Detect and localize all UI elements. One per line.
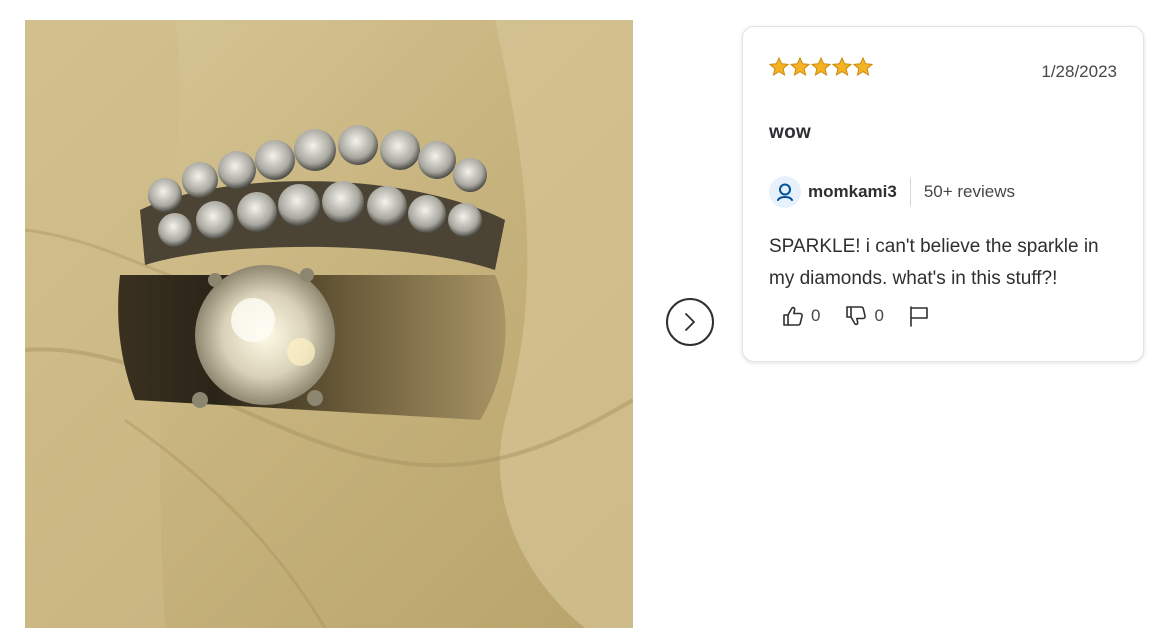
star-icon bbox=[790, 57, 810, 76]
helpful-button[interactable]: 0 bbox=[781, 305, 820, 327]
unhelpful-count: 0 bbox=[874, 306, 884, 325]
reviewer-info: momkami3 50+ reviews bbox=[769, 175, 1015, 209]
review-title: wow bbox=[769, 122, 812, 143]
reviewer-reviews-count: 50+ reviews bbox=[923, 182, 1016, 201]
star-icon bbox=[832, 57, 852, 76]
review-card: 1/28/2023 wow momkami3 50+ reviews SPARK… bbox=[742, 26, 1144, 362]
reviewer-name[interactable]: momkami3 bbox=[808, 182, 897, 202]
next-image-button[interactable] bbox=[666, 298, 714, 346]
star-icon bbox=[769, 57, 789, 76]
review-body: SPARKLE! i can't believe the sparkle in … bbox=[769, 236, 1099, 289]
review-photo[interactable] bbox=[25, 20, 633, 628]
star-rating bbox=[769, 57, 873, 76]
star-icon bbox=[811, 57, 831, 76]
user-icon bbox=[777, 183, 793, 201]
unhelpful-button[interactable]: 0 bbox=[844, 305, 884, 327]
thumbs-up-icon bbox=[783, 306, 803, 326]
chevron-right-icon bbox=[685, 313, 695, 331]
star-icon bbox=[853, 57, 873, 76]
thumbs-down-icon bbox=[846, 306, 867, 326]
divider bbox=[909, 178, 911, 206]
report-button[interactable] bbox=[908, 305, 930, 327]
review-actions: 0 0 bbox=[781, 305, 930, 327]
review-date: 1/28/2023 bbox=[1041, 62, 1117, 81]
ring-photo-image bbox=[25, 20, 633, 628]
helpful-count: 0 bbox=[811, 306, 821, 325]
avatar bbox=[769, 176, 801, 208]
flag-icon bbox=[910, 306, 928, 327]
